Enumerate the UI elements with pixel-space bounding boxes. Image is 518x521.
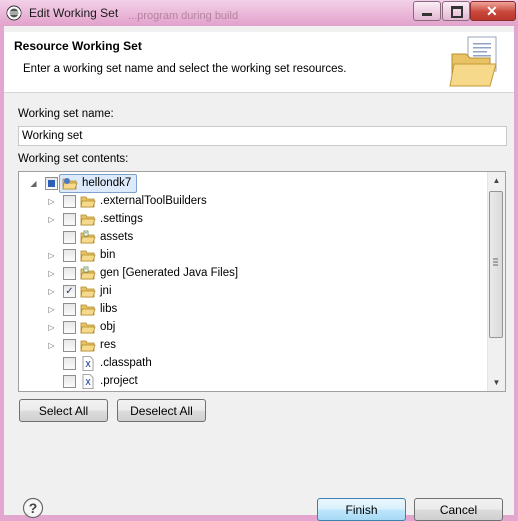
tree-row[interactable]: ▷ .externalToolBuilders (19, 193, 487, 211)
tree-checkbox[interactable] (63, 339, 76, 352)
tree-checkbox[interactable]: ✓ (63, 285, 76, 298)
resource-tree[interactable]: ◢ hellondk7 ▷ .externalToolBuilders ▷ .settin… (18, 171, 506, 392)
working-set-name-label: Working set name: (18, 108, 114, 120)
source-folder-icon (80, 230, 96, 245)
header-description: Enter a working set name and select the … (23, 63, 347, 75)
scroll-down-icon[interactable]: ▼ (488, 374, 505, 391)
minimize-button[interactable] (413, 1, 441, 21)
tree-item-label: .externalToolBuilders (100, 195, 207, 207)
xml-file-icon: X (80, 374, 96, 389)
minimize-icon (422, 13, 432, 16)
tree-row[interactable]: ◢ hellondk7 (19, 174, 487, 193)
tree-checkbox[interactable] (63, 249, 76, 262)
tree-item-label: libs (100, 303, 118, 315)
tree-checkbox[interactable] (63, 375, 76, 388)
tree-item-label: hellondk7 (82, 177, 132, 189)
svg-text:?: ? (29, 500, 38, 516)
folder-document-icon (449, 36, 497, 87)
help-icon[interactable]: ? (22, 497, 44, 519)
close-button[interactable]: ✕ (470, 1, 516, 21)
cancel-button[interactable]: Cancel (414, 498, 503, 521)
tree-row[interactable]: ▷ bin (19, 247, 487, 265)
tree-checkbox[interactable] (63, 321, 76, 334)
working-set-contents-label: Working set contents: (18, 153, 129, 165)
tree-row[interactable]: X .project (19, 373, 487, 391)
deselect-all-button[interactable]: Deselect All (117, 399, 206, 422)
folder-icon (80, 284, 96, 299)
expand-arrow-icon[interactable]: ▷ (47, 251, 56, 260)
tree-row[interactable]: ▷ ✓ jni (19, 283, 487, 301)
scroll-up-icon[interactable]: ▲ (488, 172, 505, 189)
tree-item-label: res (100, 339, 116, 351)
expand-arrow-icon[interactable]: ▷ (47, 341, 56, 350)
expand-arrow-icon[interactable]: ▷ (47, 287, 56, 296)
tree-checkbox[interactable] (63, 195, 76, 208)
expand-arrow-icon[interactable]: ▷ (47, 215, 56, 224)
tree-item-label: .project (100, 375, 138, 387)
tree-item-label: jni (100, 285, 112, 297)
expand-arrow-icon[interactable]: ▷ (47, 323, 56, 332)
svg-text:X: X (85, 378, 91, 387)
xml-file-icon: X (80, 356, 96, 371)
tree-checkbox[interactable] (63, 213, 76, 226)
folder-icon (80, 338, 96, 353)
background-window-title: ...program during build (128, 10, 239, 22)
select-all-button[interactable]: Select All (19, 399, 108, 422)
tree-item-label: .classpath (100, 357, 152, 369)
svg-text:X: X (85, 360, 91, 369)
folder-icon (80, 302, 96, 317)
collapse-arrow-icon[interactable]: ◢ (29, 179, 38, 188)
source-folder-icon (80, 266, 96, 281)
tree-row[interactable]: X .classpath (19, 355, 487, 373)
tree-item-label: assets (100, 231, 134, 243)
tree-row[interactable]: ▷ obj (19, 319, 487, 337)
tree-row[interactable]: ▷ .settings (19, 211, 487, 229)
tree-row[interactable]: assets (19, 229, 487, 247)
tree-row[interactable]: ▷ libs (19, 301, 487, 319)
tree-row[interactable]: ▷ res (19, 337, 487, 355)
grip-icon: ═ ═ ═ (493, 256, 498, 269)
close-icon: ✕ (486, 3, 498, 19)
tree-item-label: bin (100, 249, 116, 261)
tree-checkbox[interactable] (45, 177, 58, 190)
working-set-name-input[interactable] (18, 126, 507, 146)
project-folder-icon (62, 176, 78, 191)
folder-icon (80, 248, 96, 263)
tree-checkbox[interactable] (63, 231, 76, 244)
folder-icon (80, 212, 96, 227)
scroll-thumb[interactable]: ═ ═ ═ (489, 191, 503, 338)
tree-checkbox[interactable] (63, 357, 76, 370)
tree-row[interactable]: ▷ gen [Generated Java Files] (19, 265, 487, 283)
eclipse-icon[interactable] (6, 5, 22, 21)
expand-arrow-icon[interactable]: ▷ (47, 305, 56, 314)
vertical-scrollbar[interactable]: ▲ ═ ═ ═ ▼ (487, 172, 505, 391)
window-title: Edit Working Set (29, 6, 119, 20)
tree-item-label: gen [Generated Java Files] (100, 267, 239, 279)
folder-icon (80, 320, 96, 335)
finish-button[interactable]: Finish (317, 498, 406, 521)
tree-item-label: .settings (100, 213, 143, 225)
tree-item-label: obj (100, 321, 116, 333)
tree-checkbox[interactable] (63, 267, 76, 280)
maximize-button[interactable] (442, 1, 470, 21)
tree-checkbox[interactable] (63, 303, 76, 316)
header-title: Resource Working Set (14, 39, 142, 53)
folder-icon (80, 194, 96, 209)
expand-arrow-icon[interactable]: ▷ (47, 197, 56, 206)
maximize-icon (451, 6, 463, 18)
expand-arrow-icon[interactable]: ▷ (47, 269, 56, 278)
